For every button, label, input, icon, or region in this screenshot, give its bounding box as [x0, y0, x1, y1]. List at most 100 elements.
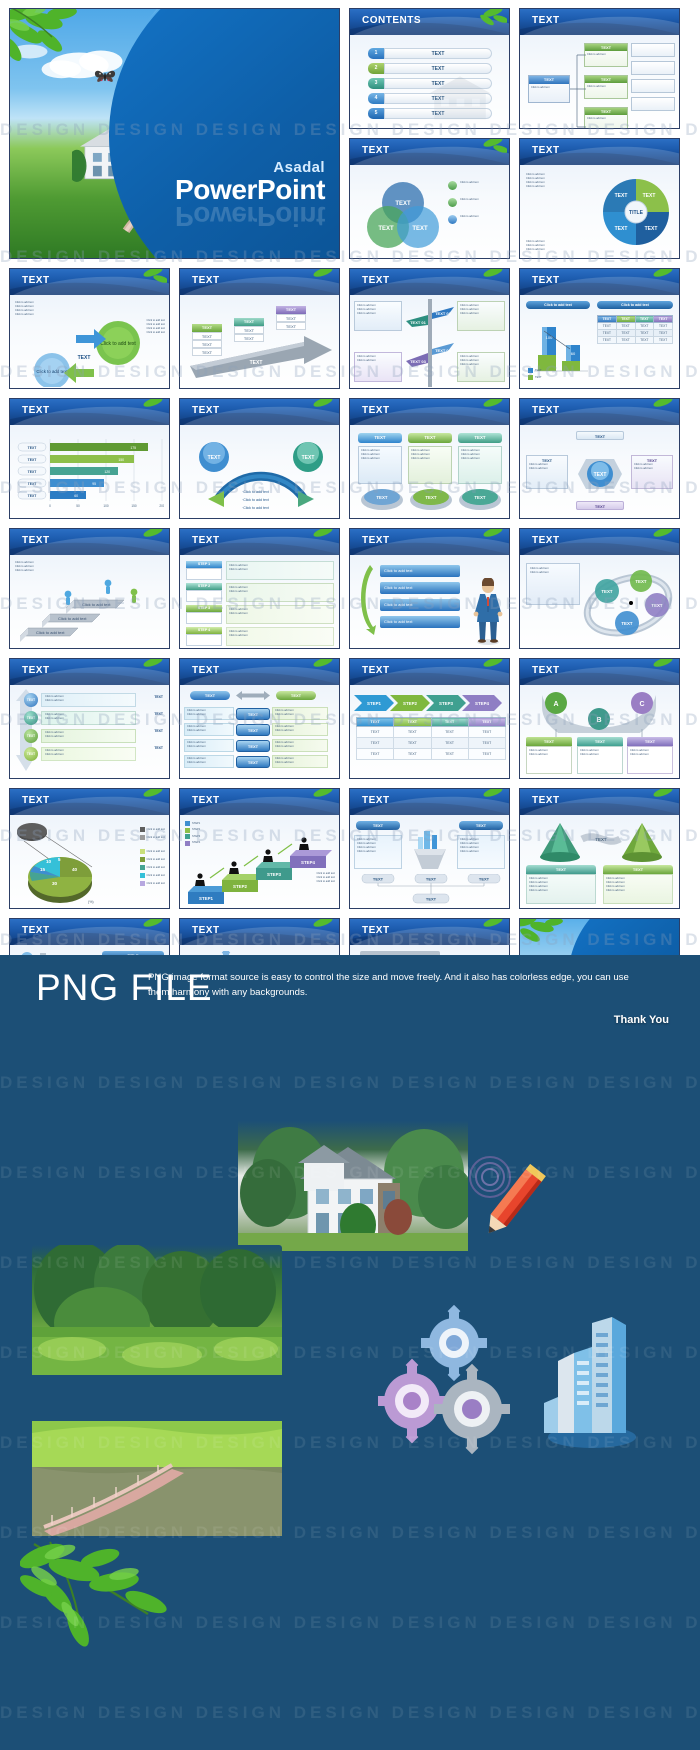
stacked-columns-arrow-slide[interactable]: TEXT TEXT TEXT TEXT TEXT TEXT TEXT TEXT: [179, 268, 340, 389]
step-stairs-people-slide[interactable]: TEXT STEP1 STEP2 STEP3 STEP4 STEP1 STEP2…: [179, 788, 340, 909]
info-box[interactable]: Click to add text Click to add text: [354, 352, 402, 382]
bullet-text: Click to add text: [357, 849, 376, 853]
orbit-bubbles-slide[interactable]: TEXT Click to add text Click to add text…: [519, 528, 680, 649]
arrow-bars-presenter-slide[interactable]: TEXT Click to add text Click to add text…: [349, 528, 510, 649]
three-column-slide[interactable]: TEXT TEXT Click to add text Click to add…: [349, 398, 510, 519]
info-box[interactable]: Click to add text Click to add text Clic…: [457, 352, 505, 382]
arrow-bar[interactable]: Click to add text: [380, 599, 460, 611]
leaf-box[interactable]: [631, 43, 675, 57]
cones-compare-slide[interactable]: TEXT TEXT TEXT Click to add text Click t…: [519, 788, 680, 909]
center-hub-slide[interactable]: TEXT TEXT TEXT TEXT Click to add text Cl…: [519, 398, 680, 519]
cone-box[interactable]: TEXT Click to add text Click to add text…: [603, 865, 673, 904]
flow-row[interactable]: TEXT Click to add text Click to add text: [24, 729, 136, 743]
slide-body: TEXT Click to add text Click to add text…: [10, 685, 169, 778]
flow-desc: Click to add text Click to add text: [41, 729, 136, 743]
tree-branch-node[interactable]: TEXT Click to add text: [584, 107, 628, 128]
quadrant-circle-diagram[interactable]: TITLE TEXT TEXT TEXT TEXT: [599, 175, 673, 249]
hub-side-box[interactable]: TEXT Click to add text Click to add text: [526, 455, 568, 489]
chevron-steps-table-slide[interactable]: TEXT STEP1 STEP2 STEP3 STEP4 TEXT TEXT T…: [349, 658, 510, 779]
funnel-top-label[interactable]: TEXT: [356, 821, 400, 830]
step-row[interactable]: STEP 2 Click to add text Click to add te…: [186, 583, 334, 602]
leaf-box[interactable]: [631, 79, 675, 93]
signpost-slide[interactable]: TEXT Click to add text Click to add text…: [349, 268, 510, 389]
legend-item: Click to add text: [139, 881, 165, 886]
venn-slide[interactable]: TEXT TEXT TEXT TEXT Click to add text Cl…: [349, 138, 510, 259]
flow-desc: Click to add text Click to add text: [41, 693, 136, 707]
funnel-right-box[interactable]: Click to add text Click to add text Clic…: [457, 835, 505, 869]
leaf-box[interactable]: [631, 61, 675, 75]
vertical-flow-slide[interactable]: TEXT TEXT Click to add text Click to add…: [9, 658, 170, 779]
signpost-graphic: TEXT 01 TEXT 02 TEXT 03 TEXT 04: [406, 299, 454, 387]
flow-row[interactable]: Click to add text Click to add text TEXT…: [184, 755, 336, 768]
legend-swatch: [528, 368, 533, 373]
table-cell: TEXT: [597, 322, 617, 330]
column[interactable]: TEXT Click to add text Click to add text…: [408, 433, 452, 484]
flow-row[interactable]: TEXT Click to add text Click to add text: [24, 747, 136, 761]
pie-legend: Click to add text Click to add text Clic…: [139, 827, 165, 886]
pie-chart-slide[interactable]: TEXT 40 30 15 10 5 (%) Click to add text…: [9, 788, 170, 909]
hub-bottom-label[interactable]: TEXT: [576, 501, 624, 510]
hub-side-box[interactable]: TEXT Click to add text Click to add text: [631, 455, 673, 489]
stairs-slide[interactable]: TEXT Click to add text Click to add text…: [9, 528, 170, 649]
cycle-arrow-slide[interactable]: TEXT TEXT TEXT ·Click to add text ·Click…: [179, 398, 340, 519]
bar-and-table-slide[interactable]: TEXT Click to add text 100 60 TEXT TEXT …: [519, 268, 680, 389]
contents-item[interactable]: 1 TEXT: [368, 47, 492, 59]
circular-quadrant-slide[interactable]: TEXT Click to add text Click to add text…: [519, 138, 680, 259]
leaf-box[interactable]: [631, 97, 675, 111]
contents-label: TEXT: [384, 47, 492, 59]
flow-row[interactable]: TEXT Click to add text Click to add text: [24, 711, 136, 725]
abc-box[interactable]: TEXT Click to add text Click to add text: [577, 737, 623, 774]
leaf-decoration-icon: [653, 789, 673, 797]
abc-arc-slide[interactable]: TEXT A B C TEXT Click to add text Click …: [519, 658, 680, 779]
info-box[interactable]: Click to add text Click to add text Clic…: [354, 301, 402, 331]
svg-text:TEXT: TEXT: [28, 458, 38, 462]
svg-text:100: 100: [103, 504, 109, 508]
table-row: TEXT TEXT TEXT TEXT: [355, 737, 507, 749]
leaf-decoration-icon: [143, 529, 163, 537]
column-3[interactable]: TEXT TEXT TEXT: [276, 306, 306, 330]
column-2[interactable]: TEXT TEXT TEXT: [234, 318, 264, 342]
flow-row[interactable]: Click to add text Click to add text TEXT…: [184, 707, 336, 720]
info-box[interactable]: Click to add text Click to add text: [526, 563, 580, 605]
funnel-left-box[interactable]: Click to add text Click to add text Clic…: [354, 835, 402, 869]
svg-text:TEXT: TEXT: [635, 579, 647, 584]
flow-row[interactable]: Click to add text Click to add text TEXT…: [184, 739, 336, 752]
abc-box[interactable]: TEXT Click to add text Click to add text: [627, 737, 673, 774]
column[interactable]: TEXT Click to add text Click to add text…: [358, 433, 402, 484]
hub-top-label[interactable]: TEXT: [576, 431, 624, 440]
step-row[interactable]: STEP 4 Click to add text Click to add te…: [186, 627, 334, 646]
arrow-bar[interactable]: Click to add text: [380, 565, 460, 577]
tree-branch-node[interactable]: TEXT Click to add text: [584, 43, 628, 67]
arrow-bar[interactable]: Click to add text: [380, 582, 460, 594]
flow-row[interactable]: TEXT Click to add text Click to add text: [24, 693, 136, 707]
horizontal-bar-slide[interactable]: TEXT 175 150 120 95 60 0 50 100 150 20 T…: [9, 398, 170, 519]
top-label[interactable]: TEXT: [276, 691, 316, 700]
slide-row-1: Asadal PowerPoint PowerPoint CONTENTS 1 …: [9, 8, 691, 259]
slide-body: STEP1 STEP2 STEP3 STEP4 STEP1 STEP2 STEP…: [180, 815, 339, 908]
tree-root-node[interactable]: TEXT Click to add text: [528, 75, 570, 103]
column-1[interactable]: TEXT TEXT TEXT TEXT: [192, 324, 222, 356]
leaf-decoration-icon: [653, 269, 673, 277]
arrow-bar[interactable]: Click to add text: [380, 616, 460, 628]
title-slide[interactable]: Asadal PowerPoint PowerPoint: [9, 8, 340, 259]
org-tree-slide[interactable]: TEXT TEXT Click to add text TEXT Click t…: [519, 8, 680, 129]
svg-text:TEXT: TEXT: [412, 226, 428, 232]
svg-text:TEXT: TEXT: [474, 495, 486, 500]
funnel-top-label[interactable]: TEXT: [459, 821, 503, 830]
top-label[interactable]: TEXT: [190, 691, 230, 700]
step-row[interactable]: STEP 3 Click to add text Click to add te…: [186, 605, 334, 624]
slide-body: TEXT TEXT TEXT TEXT TEXT TEXT TEXT TEXT …: [180, 295, 339, 388]
steps-list-slide[interactable]: TEXT STEP 1 Click to add text Click to a…: [179, 528, 340, 649]
cone-box[interactable]: TEXT Click to add text Click to add text…: [526, 865, 596, 904]
abc-box[interactable]: TEXT Click to add text Click to add text: [526, 737, 572, 774]
bullet-text: Click to add text: [526, 248, 545, 252]
magnifier-compare-slide[interactable]: TEXT Click to add text Click to add text…: [9, 268, 170, 389]
info-box[interactable]: Click to add text Click to add text Clic…: [457, 301, 505, 331]
tree-branch-node[interactable]: TEXT Click to add text: [584, 75, 628, 99]
funnel-slide[interactable]: TEXT TEXT TEXT Click to add text Click t…: [349, 788, 510, 909]
contents-slide[interactable]: CONTENTS 1 TEXT 2 TEXT 3 TEXT 4 5: [349, 8, 510, 129]
column[interactable]: TEXT Click to add text Click to add text…: [458, 433, 502, 484]
flow-row[interactable]: Click to add text Click to add text TEXT…: [184, 723, 336, 736]
step-row[interactable]: STEP 1 Click to add text Click to add te…: [186, 561, 334, 580]
two-side-flow-slide[interactable]: TEXT TEXT TEXT Click to add text Click t…: [179, 658, 340, 779]
